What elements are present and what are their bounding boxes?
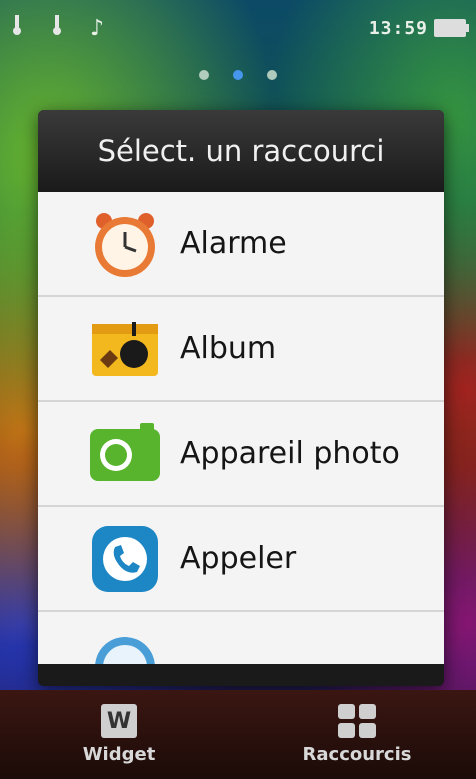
tab-label: Raccourcis [302,744,412,765]
tab-label: Widget [82,744,156,765]
dialog-title: Sélect. un raccourci [38,110,444,192]
alarm-clock-icon [88,207,162,281]
clock-icon [88,627,162,664]
status-bar: ♪ 13:59 [0,0,476,56]
list-item-partial[interactable] [38,612,444,664]
usb-icon [50,13,64,43]
list-item-label: Album [180,331,277,366]
page-dot[interactable] [199,70,209,80]
list-item-label: Appeler [180,541,297,576]
list-item-appareil-photo[interactable]: Appareil photo [38,402,444,507]
list-item-appeler[interactable]: Appeler [38,507,444,612]
list-item-alarme[interactable]: Alarme [38,192,444,297]
bottom-bar: W Widget Raccourcis [0,690,476,779]
list-item-album[interactable]: Album [38,297,444,402]
tab-raccourcis[interactable]: Raccourcis [238,690,476,779]
battery-icon [434,19,469,37]
status-time: 13:59 [368,17,428,39]
phone-icon [88,522,162,596]
shortcut-list[interactable]: Alarme Album Appareil photo Appeler [38,192,444,664]
camera-icon [88,417,162,491]
page-dot[interactable] [267,70,277,80]
list-item-label: Appareil photo [180,436,400,471]
dialog-footer [38,664,444,686]
album-icon [88,312,162,386]
music-note-icon: ♪ [90,15,105,41]
usb-icon [10,13,24,43]
shortcut-dialog: Sélect. un raccourci Alarme Album Appare… [38,110,444,686]
list-item-label: Alarme [180,226,287,261]
page-dot-active[interactable] [233,70,243,80]
shortcuts-icon [338,704,376,738]
widget-icon: W [101,704,137,738]
tab-widget[interactable]: W Widget [0,690,238,779]
home-page-indicator [0,70,476,80]
